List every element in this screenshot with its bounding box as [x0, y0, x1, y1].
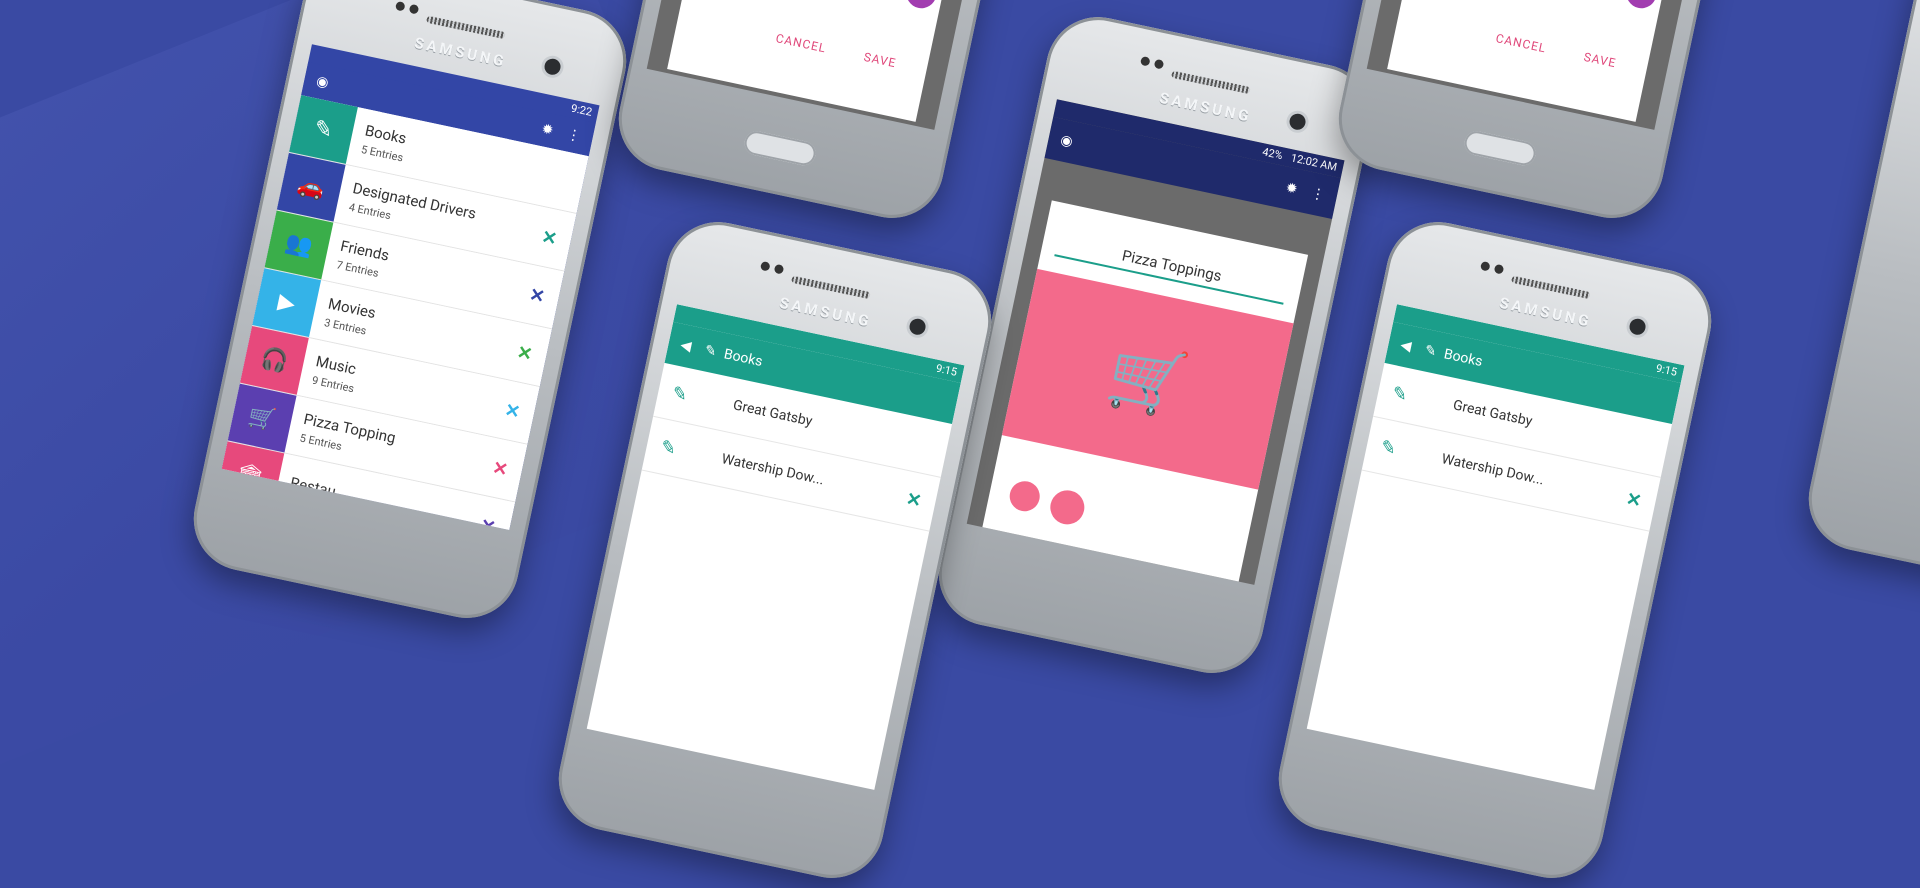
bug-icon[interactable]: ✹ [540, 121, 555, 139]
category-icon: ▶ [252, 268, 322, 338]
back-icon[interactable]: ◀ [679, 337, 693, 355]
close-icon[interactable]: ✕ [1624, 488, 1643, 512]
close-icon[interactable]: ✕ [491, 457, 510, 481]
close-icon[interactable]: ✕ [503, 399, 522, 423]
close-icon[interactable]: ✕ [515, 341, 534, 365]
cancel-button[interactable]: CANCEL [774, 31, 827, 55]
pencil-icon: ✎ [670, 381, 690, 406]
category-title: Restau... [288, 473, 350, 504]
app-logo-icon: ◉ [314, 73, 331, 92]
home-button [742, 129, 818, 168]
category-icon: ✎ [289, 95, 358, 164]
pencil-icon: ✎ [658, 435, 679, 460]
phone-books-b: SAMSUNG 9:15 ◀ ✎ Books ✎ Great Gatsby ✎ … [1269, 212, 1721, 888]
save-button[interactable]: SAVE [863, 50, 898, 71]
category-icon: 👥 [264, 210, 334, 280]
phone-edge [1799, 0, 1920, 608]
pencil-icon: ✎ [1423, 342, 1438, 361]
pencil-icon: ✎ [703, 342, 718, 361]
close-icon[interactable]: ✕ [904, 488, 923, 512]
cancel-button[interactable]: CANCEL [1494, 31, 1547, 55]
speaker [425, 15, 506, 40]
close-icon[interactable]: ✕ [540, 226, 559, 250]
phone-dialog-a: CANCEL SAVE + [609, 0, 1061, 228]
bug-icon[interactable]: ✹ [1284, 180, 1299, 198]
battery-text: 42% [1261, 145, 1284, 163]
screen-title: Books [722, 346, 764, 371]
pencil-icon: ✎ [1378, 435, 1399, 460]
pencil-icon: ✎ [1390, 381, 1410, 406]
phone-dialog-b: CANCEL SAVE + [1329, 0, 1781, 228]
category-icon: 🚗 [276, 152, 346, 222]
phone-center: SAMSUNG 42% 12:02 AM ◉ ✹ ⋮ Pizza Topping… [929, 7, 1381, 683]
icon-preview: 🛒 [1001, 268, 1294, 490]
category-list: ✎ Books 5 Entries 🚗 Designated Drivers 4 Entr… [221, 95, 589, 530]
screen-title: Books [1442, 346, 1484, 371]
back-icon[interactable]: ◀ [1399, 337, 1413, 355]
close-icon[interactable]: ✕ [528, 284, 547, 308]
category-icon: 🏛 [221, 441, 285, 511]
overflow-menu-icon[interactable]: ⋮ [565, 126, 582, 145]
overflow-menu-icon[interactable]: ⋮ [1309, 185, 1326, 204]
entry-count [288, 495, 345, 507]
home-button [1462, 129, 1538, 168]
cart-icon: 🛒 [1100, 334, 1195, 425]
save-button[interactable]: SAVE [1583, 50, 1618, 71]
close-icon[interactable]: ✕ [478, 515, 497, 530]
app-logo-icon: ◉ [1058, 132, 1075, 151]
category-icon: 🎧 [240, 325, 309, 395]
category-icon: 🛒 [227, 383, 297, 453]
